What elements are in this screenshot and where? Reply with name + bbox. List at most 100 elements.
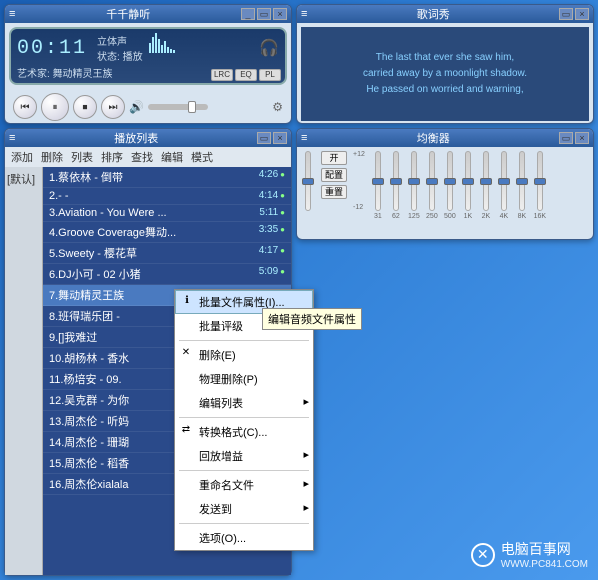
menu-item-label: 发送到 bbox=[199, 504, 232, 516]
menu-separator bbox=[179, 523, 309, 524]
eq-band-slider[interactable]: 125 bbox=[407, 151, 421, 220]
eq-band-slider[interactable]: 62 bbox=[389, 151, 403, 220]
submenu-arrow-icon: ▸ bbox=[303, 501, 309, 514]
logo-icon: ✕ bbox=[471, 543, 495, 567]
player-window: ≡ 千千静听 _ ▭ × 00:11 立体声 状态: 播放 🎧 艺术家: 舞动精… bbox=[4, 4, 292, 124]
close-button[interactable]: × bbox=[575, 8, 589, 20]
restore-button[interactable]: ▭ bbox=[559, 132, 573, 144]
playlist-sidebar[interactable]: [默认] bbox=[5, 167, 43, 575]
watermark: ✕ 电脑百事网 WWW.PC841.COM bbox=[471, 539, 588, 570]
x-icon: ✕ bbox=[179, 347, 193, 361]
context-menu-item[interactable]: 编辑列表 ▸ bbox=[175, 391, 313, 415]
playlist-title: 播放列表 bbox=[15, 130, 257, 146]
player-title: 千千静听 bbox=[15, 6, 241, 22]
status-value: 播放 bbox=[123, 52, 143, 63]
pl-button[interactable]: PL bbox=[259, 69, 281, 81]
menu-item-label: 转换格式(C)... bbox=[199, 427, 267, 439]
playlist-menu-item[interactable]: 模式 bbox=[191, 149, 213, 165]
track-row[interactable]: 6.DJ小可 - 02 小猪5:09● bbox=[43, 264, 291, 285]
eq-band-slider[interactable]: 4K bbox=[497, 151, 511, 220]
eq-button[interactable]: EQ bbox=[235, 69, 257, 81]
eq-config-button[interactable]: 配置 bbox=[321, 168, 347, 182]
lyrics-body: The last that ever she saw him, carried … bbox=[301, 27, 589, 121]
menu-item-label: 物理删除(P) bbox=[199, 374, 258, 386]
close-button[interactable]: × bbox=[273, 8, 287, 20]
lyric-line: He passed on worried and warning, bbox=[366, 82, 523, 98]
lyric-line: The last that ever she saw him, bbox=[376, 50, 514, 66]
playlist-menu-item[interactable]: 列表 bbox=[71, 149, 93, 165]
menu-item-label: 重命名文件 bbox=[199, 480, 254, 492]
context-menu-item[interactable]: 选项(O)... bbox=[175, 526, 313, 550]
conv-icon: ⇄ bbox=[179, 424, 193, 438]
eq-band-slider[interactable]: 1K bbox=[461, 151, 475, 220]
next-button[interactable]: ⏭ bbox=[101, 95, 125, 119]
track-row[interactable]: 5.Sweety - 樱花草4:17● bbox=[43, 243, 291, 264]
track-row[interactable]: 2.- -4:14● bbox=[43, 188, 291, 205]
playlist-titlebar[interactable]: ≡ 播放列表 ▭ × bbox=[5, 129, 291, 147]
playlist-menu-item[interactable]: 编辑 bbox=[161, 149, 183, 165]
context-menu-item[interactable]: 重命名文件 ▸ bbox=[175, 473, 313, 497]
menu-item-label: 编辑列表 bbox=[199, 398, 243, 410]
close-button[interactable]: × bbox=[273, 132, 287, 144]
eq-on-button[interactable]: 开 bbox=[321, 151, 347, 165]
info-icon: ℹ bbox=[180, 295, 194, 309]
restore-button[interactable]: ▭ bbox=[257, 132, 271, 144]
menu-item-label: 删除(E) bbox=[199, 350, 236, 362]
menu-separator bbox=[179, 340, 309, 341]
playlist-menu-item[interactable]: 删除 bbox=[41, 149, 63, 165]
close-button[interactable]: × bbox=[575, 132, 589, 144]
submenu-arrow-icon: ▸ bbox=[303, 448, 309, 461]
context-menu-item[interactable]: 发送到 ▸ bbox=[175, 497, 313, 521]
playlist-menu-item[interactable]: 添加 bbox=[11, 149, 33, 165]
tooltip: 编辑音频文件属性 bbox=[262, 308, 362, 330]
restore-button[interactable]: ▭ bbox=[257, 8, 271, 20]
player-controls: ⏮ ⏸ ⏹ ⏭ 🔊 ⚙ bbox=[5, 89, 291, 125]
playlist-menu-item[interactable]: 排序 bbox=[101, 149, 123, 165]
playlist-menubar: 添加删除列表排序查找编辑模式 bbox=[5, 147, 291, 167]
eq-titlebar[interactable]: ≡ 均衡器 ▭ × bbox=[297, 129, 593, 147]
stereo-label: 立体声 bbox=[97, 33, 143, 48]
eq-band-slider[interactable]: 31 bbox=[371, 151, 385, 220]
gear-icon[interactable]: ⚙ bbox=[272, 100, 283, 114]
stop-button[interactable]: ⏹ bbox=[73, 95, 97, 119]
menu-item-label: 批量评级 bbox=[199, 321, 243, 333]
playlist-menu-item[interactable]: 查找 bbox=[131, 149, 153, 165]
pause-button[interactable]: ⏸ bbox=[41, 93, 69, 121]
track-row[interactable]: 4.Groove Coverage舞动...3:35● bbox=[43, 222, 291, 243]
track-row[interactable]: 3.Aviation - You Were ...5:11● bbox=[43, 205, 291, 222]
equalizer-window: ≡ 均衡器 ▭ × 开 配置 重置 +12 -12 31621252505001… bbox=[296, 128, 594, 240]
track-row[interactable]: 1.蔡依林 - 倒带4:26● bbox=[43, 167, 291, 188]
context-menu-item[interactable]: ✕ 删除(E) bbox=[175, 343, 313, 367]
context-menu-item[interactable]: 物理删除(P) bbox=[175, 367, 313, 391]
context-menu-item[interactable]: 回放增益 ▸ bbox=[175, 444, 313, 468]
eq-band-slider[interactable]: 16K bbox=[533, 151, 547, 220]
restore-button[interactable]: ▭ bbox=[559, 8, 573, 20]
lrc-button[interactable]: LRC bbox=[211, 69, 233, 81]
eq-title: 均衡器 bbox=[307, 130, 559, 146]
submenu-arrow-icon: ▸ bbox=[303, 477, 309, 490]
player-titlebar[interactable]: ≡ 千千静听 _ ▭ × bbox=[5, 5, 291, 23]
eq-band-slider[interactable]: 2K bbox=[479, 151, 493, 220]
preamp-slider[interactable] bbox=[301, 151, 315, 211]
volume-slider[interactable] bbox=[148, 104, 208, 110]
lyrics-window: ≡ 歌词秀 ▭ × The last that ever she saw him… bbox=[296, 4, 594, 124]
eq-band-slider[interactable]: 500 bbox=[443, 151, 457, 220]
lyrics-titlebar[interactable]: ≡ 歌词秀 ▭ × bbox=[297, 5, 593, 23]
playback-time: 00:11 bbox=[17, 37, 87, 60]
minimize-button[interactable]: _ bbox=[241, 8, 255, 20]
spectrum-icon bbox=[149, 33, 175, 53]
eq-reset-button[interactable]: 重置 bbox=[321, 185, 347, 199]
player-display: 00:11 立体声 状态: 播放 🎧 艺术家: 舞动精灵王族 LRC EQ PL bbox=[9, 27, 287, 85]
menu-separator bbox=[179, 417, 309, 418]
headphone-icon[interactable]: 🎧 bbox=[259, 38, 279, 58]
menu-separator bbox=[179, 470, 309, 471]
submenu-arrow-icon: ▸ bbox=[303, 395, 309, 408]
prev-button[interactable]: ⏮ bbox=[13, 95, 37, 119]
artist-value: 舞动精灵王族 bbox=[53, 69, 113, 80]
speaker-icon[interactable]: 🔊 bbox=[129, 100, 144, 114]
menu-item-label: 回放增益 bbox=[199, 451, 243, 463]
context-menu-item[interactable]: ⇄ 转换格式(C)... bbox=[175, 420, 313, 444]
lyrics-title: 歌词秀 bbox=[307, 6, 559, 22]
eq-band-slider[interactable]: 8K bbox=[515, 151, 529, 220]
eq-band-slider[interactable]: 250 bbox=[425, 151, 439, 220]
